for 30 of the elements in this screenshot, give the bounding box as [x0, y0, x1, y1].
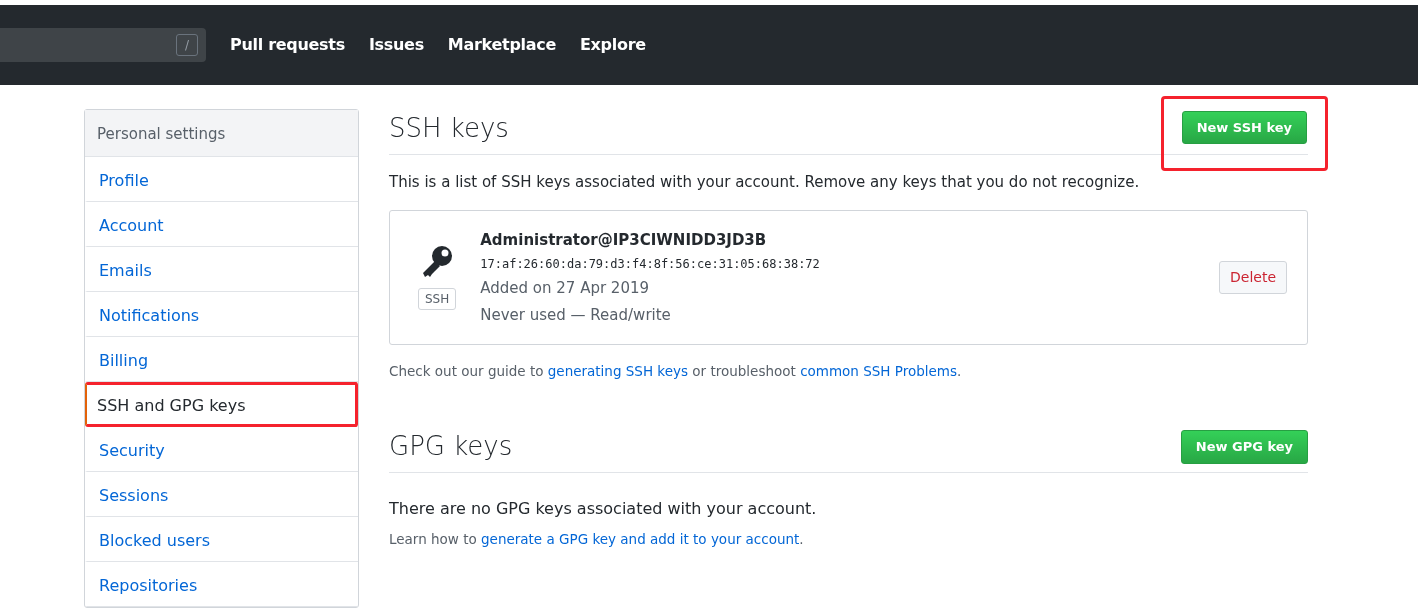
delete-button[interactable]: Delete	[1219, 260, 1287, 294]
key-title: Administrator@IP3CIWNIDD3JD3B	[480, 229, 768, 251]
sidebar-item[interactable]: Account	[85, 201, 358, 247]
shortcut-key: /	[176, 34, 198, 56]
intro-text: This is a list of SSH keys associated with your account. Remove any keys that you do not recognize.	[389, 172, 1141, 193]
sidebar-item[interactable]: Emails	[85, 246, 358, 292]
nav-link-item[interactable]: Marketplace	[447, 33, 556, 57]
nav-link-item[interactable]: Explore	[579, 33, 646, 57]
sidebar-item[interactable]: Sessions	[85, 471, 358, 517]
help-link[interactable]: generating SSH keys	[547, 363, 689, 379]
added-date: Added on 27 Apr 2019	[480, 278, 651, 299]
sidebar-item[interactable]: Profile	[85, 156, 358, 202]
sidebar-item[interactable]: SSH and GPG keys	[85, 381, 358, 427]
key-fingerprint: 17:af:26:60:da:79:d3:f4:8f:56:ce:31:05:68:38:72	[480, 256, 821, 273]
sidebar-item[interactable]: Billing	[85, 336, 358, 382]
help-text: Check out our guide to generating SSH keys or troubleshoot common SSH Problems.	[389, 362, 963, 381]
sidebar-item[interactable]: Repositories	[85, 561, 358, 607]
usage-info: Never used — Read/write	[480, 304, 672, 326]
empty-message: There are no GPG keys associated with your account.	[389, 498, 818, 521]
sidebar-item[interactable]: Security	[85, 426, 358, 472]
section-title: SSH keys	[389, 112, 509, 145]
section-title: GPG keys	[389, 430, 513, 464]
sidebar-item[interactable]: Blocked users	[85, 516, 358, 562]
sidebar-title: Personal settings	[85, 110, 358, 157]
nav-link-item[interactable]: Issues	[368, 33, 424, 57]
help-text: Learn how to generate a GPG key and add it to your account.	[389, 530, 805, 550]
nav-link-item[interactable]: Pull requests	[230, 33, 345, 57]
search-field[interactable]: /	[0, 28, 206, 62]
sidebar-item[interactable]: Notifications	[85, 291, 358, 337]
key-type-badge: SSH	[418, 288, 457, 311]
